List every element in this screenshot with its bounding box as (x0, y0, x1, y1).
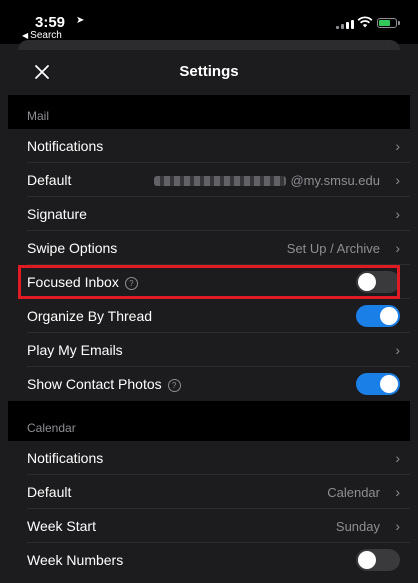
back-triangle-icon: ◀ (22, 31, 29, 40)
show-contact-photos-label: Show Contact Photos (27, 376, 162, 392)
row-mail-notifications[interactable]: Notifications › (8, 129, 410, 163)
chevron-right-icon: › (395, 240, 400, 256)
help-icon[interactable]: ? (167, 379, 181, 392)
chevron-right-icon: › (395, 450, 400, 466)
section-header-label: Calendar (27, 421, 76, 435)
status-time: 3:59 (35, 14, 66, 31)
row-label: Organize By Thread (27, 308, 153, 324)
status-bar: 3:59 ➤ ◀ Search (0, 0, 418, 50)
row-label: Play My Emails (27, 342, 123, 358)
page-title: Settings (179, 63, 239, 80)
row-label: Focused Inbox? (27, 274, 138, 290)
row-label: Signature (27, 206, 87, 222)
row-label: Show Contact Photos? (27, 376, 181, 392)
nav-bar: Settings (8, 50, 410, 95)
battery-level (379, 20, 390, 26)
wifi-icon (357, 16, 373, 28)
chevron-right-icon: › (395, 172, 400, 188)
row-focused-inbox: Focused Inbox? (8, 265, 410, 299)
row-label: Week Numbers (27, 552, 124, 568)
background-sheet-edge (18, 40, 400, 50)
row-label: Notifications (27, 450, 104, 466)
location-arrow-icon: ➤ (76, 15, 85, 26)
row-week-numbers: Week Numbers (8, 543, 410, 583)
row-organize-by-thread: Organize By Thread (8, 299, 410, 333)
default-calendar-value: Calendar (327, 485, 380, 500)
row-default-account[interactable]: Default @my.smsu.edu › (8, 163, 410, 197)
focused-inbox-label: Focused Inbox (27, 274, 119, 290)
chevron-right-icon: › (395, 518, 400, 534)
chevron-right-icon: › (395, 484, 400, 500)
chevron-right-icon: › (395, 206, 400, 222)
default-account-value: @my.smsu.edu (154, 173, 380, 188)
section-header-calendar: Calendar (8, 401, 410, 441)
row-play-my-emails[interactable]: Play My Emails › (8, 333, 410, 367)
swipe-options-value: Set Up / Archive (286, 241, 380, 256)
row-label: Swipe Options (27, 240, 118, 256)
row-signature[interactable]: Signature › (8, 197, 410, 231)
email-domain: @my.smsu.edu (290, 173, 380, 188)
settings-screen: 3:59 ➤ ◀ Search Settings Mail Notificati… (0, 0, 418, 583)
chevron-right-icon: › (395, 138, 400, 154)
row-label: Default (27, 484, 72, 500)
row-default-calendar[interactable]: Default Calendar › (8, 475, 410, 509)
battery-charging-icon (377, 18, 400, 28)
row-calendar-notifications[interactable]: Notifications › (8, 441, 410, 475)
week-start-value: Sunday (335, 519, 380, 534)
focused-inbox-toggle[interactable] (356, 271, 400, 293)
chevron-right-icon: › (395, 342, 400, 358)
section-header-mail: Mail (8, 95, 410, 129)
row-label: Notifications (27, 138, 104, 154)
row-label: Week Start (27, 518, 96, 534)
settings-list: Mail Notifications › Default @my.smsu.ed… (8, 95, 410, 583)
week-numbers-toggle[interactable] (356, 549, 400, 571)
cellular-signal-icon (336, 20, 354, 29)
help-icon[interactable]: ? (124, 277, 138, 290)
row-week-start[interactable]: Week Start Sunday › (8, 509, 410, 543)
show-contact-photos-toggle[interactable] (356, 373, 400, 395)
organize-by-thread-toggle[interactable] (356, 305, 400, 327)
redacted-email-user (154, 176, 287, 186)
section-header-label: Mail (27, 109, 50, 123)
row-show-contact-photos: Show Contact Photos? (8, 367, 410, 401)
row-label: Default (27, 172, 72, 188)
row-swipe-options[interactable]: Swipe Options Set Up / Archive › (8, 231, 410, 265)
